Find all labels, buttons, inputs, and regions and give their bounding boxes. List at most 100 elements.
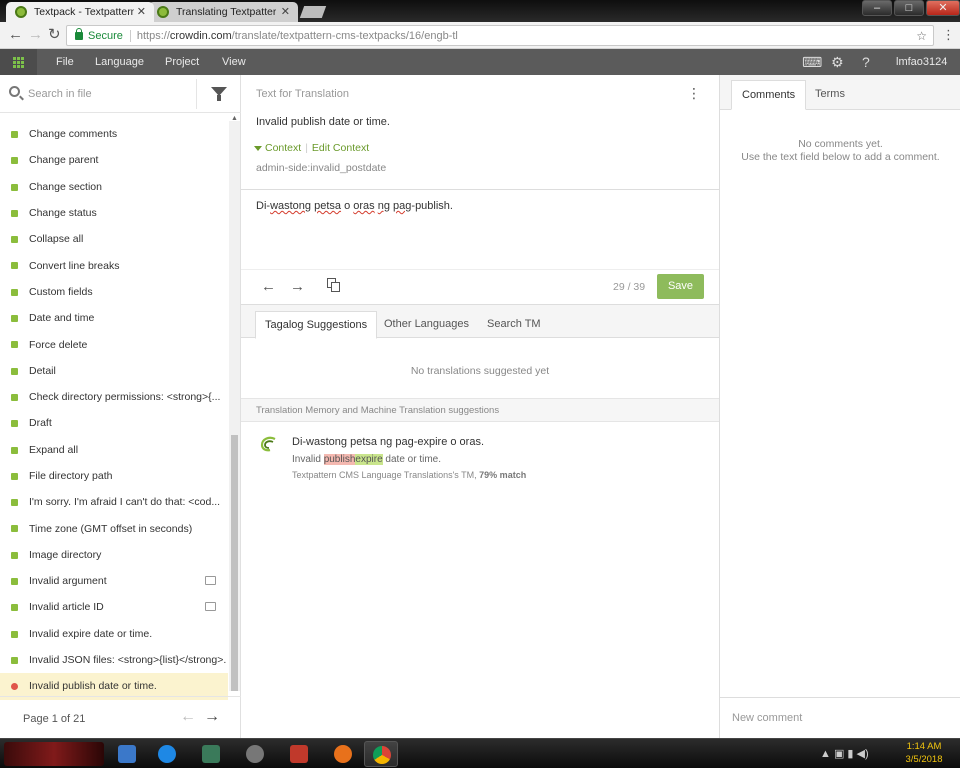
tab-other-languages[interactable]: Other Languages bbox=[375, 311, 478, 339]
translated-status-icon bbox=[11, 472, 18, 480]
scrollbar-thumb[interactable] bbox=[231, 435, 238, 691]
string-list-item[interactable]: Custom fields bbox=[0, 279, 228, 305]
tab-comments[interactable]: Comments bbox=[731, 80, 807, 110]
forward-arrow-icon[interactable]: → bbox=[28, 27, 43, 43]
string-list-item[interactable]: File directory path bbox=[0, 463, 228, 489]
tm-suggestion-text[interactable]: Di-wastong petsa ng pag-expire o oras. bbox=[292, 436, 484, 448]
string-list-item[interactable]: Expand all bbox=[0, 437, 228, 463]
url-host: crowdin.com bbox=[169, 29, 232, 42]
tab-terms[interactable]: Terms bbox=[805, 80, 855, 110]
scroll-up-icon[interactable]: ▲ bbox=[231, 115, 238, 122]
search-input[interactable]: Search in file bbox=[28, 88, 92, 100]
comment-icon[interactable] bbox=[205, 576, 216, 586]
string-list-item[interactable]: Convert line breaks bbox=[0, 252, 228, 278]
string-label: Date and time bbox=[29, 312, 95, 325]
filter-icon[interactable] bbox=[211, 87, 227, 101]
caret-down-icon bbox=[254, 145, 262, 151]
browser-menu-icon[interactable]: ⋮ bbox=[942, 27, 955, 43]
reload-icon[interactable]: ↻ bbox=[48, 27, 61, 43]
string-list-item[interactable]: Collapse all bbox=[0, 226, 228, 252]
translation-textarea[interactable]: Di-wastong petsa o oras ng pag-publish. bbox=[256, 200, 453, 212]
string-list-item[interactable]: Invalid expire date or time. bbox=[0, 621, 228, 647]
string-label: Convert line breaks bbox=[29, 259, 120, 272]
browser-tab-textpack[interactable]: Textpack - Textpattern C ✕ bbox=[6, 2, 154, 22]
previous-string-icon[interactable]: ← bbox=[261, 279, 276, 295]
crowdin-favicon-icon bbox=[15, 6, 27, 18]
os-taskbar: ▲ ▣ ▮ ◀) 1:14 AM 3/5/2018 bbox=[0, 738, 960, 768]
string-list-item[interactable]: Check directory permissions: <strong>{..… bbox=[0, 384, 228, 410]
menu-view[interactable]: View bbox=[222, 56, 246, 68]
system-tray-icons[interactable]: ▲ ▣ ▮ ◀) bbox=[820, 747, 869, 760]
start-button[interactable] bbox=[4, 742, 104, 766]
string-list-item[interactable]: Force delete bbox=[0, 331, 228, 357]
tm-meta: Textpattern CMS Language Translations's … bbox=[292, 470, 527, 480]
next-string-icon[interactable]: → bbox=[290, 279, 305, 295]
browser-tab-translating[interactable]: Translating Textpattern C ✕ bbox=[148, 2, 298, 22]
tab-tagalog-suggestions[interactable]: Tagalog Suggestions bbox=[255, 311, 378, 339]
menu-project[interactable]: Project bbox=[165, 56, 199, 68]
string-list-item[interactable]: Change section bbox=[0, 174, 228, 200]
source-header: Text for Translation bbox=[256, 88, 349, 100]
context-toggle[interactable]: Context bbox=[265, 142, 301, 154]
taskbar-media-icon[interactable] bbox=[150, 741, 184, 767]
string-list-item[interactable]: Time zone (GMT offset in seconds) bbox=[0, 515, 228, 541]
strings-scrollbar[interactable]: ▲ bbox=[229, 115, 240, 691]
gear-icon[interactable]: ⚙ bbox=[831, 54, 844, 70]
taskbar-chrome-icon[interactable] bbox=[364, 741, 398, 767]
crowdin-favicon-icon bbox=[157, 6, 169, 18]
bookmark-star-icon[interactable]: ☆ bbox=[916, 29, 927, 43]
string-label: Expand all bbox=[29, 443, 79, 456]
taskbar-explorer-icon[interactable] bbox=[110, 741, 144, 767]
comment-icon[interactable] bbox=[205, 602, 216, 612]
string-list-item[interactable]: I'm sorry. I'm afraid I can't do that: <… bbox=[0, 489, 228, 515]
string-list-item[interactable]: Change parent bbox=[0, 147, 228, 173]
username[interactable]: lmfao3124 bbox=[896, 56, 947, 68]
close-window-button[interactable]: ✕ bbox=[926, 0, 960, 16]
translated-status-icon bbox=[11, 525, 18, 533]
tab-search-tm[interactable]: Search TM bbox=[478, 311, 550, 339]
address-bar[interactable]: Secure https://crowdin.com/translate/tex… bbox=[66, 25, 934, 46]
apps-grid-icon[interactable] bbox=[0, 49, 37, 75]
string-list-item[interactable]: Invalid JSON files: <strong>{list}</stro… bbox=[0, 647, 228, 673]
taskbar-game-icon[interactable] bbox=[282, 741, 316, 767]
keyboard-icon[interactable]: ⌨ bbox=[802, 54, 822, 70]
taskbar-clock[interactable]: 1:14 AM 3/5/2018 bbox=[896, 740, 952, 766]
close-tab-icon[interactable]: ✕ bbox=[137, 5, 146, 18]
string-list-item[interactable]: Date and time bbox=[0, 305, 228, 331]
string-list-item[interactable]: Invalid article ID bbox=[0, 594, 228, 620]
url-text[interactable]: https://crowdin.com/translate/textpatter… bbox=[131, 30, 458, 42]
copy-source-icon[interactable] bbox=[327, 278, 341, 293]
save-button[interactable]: Save bbox=[657, 274, 704, 299]
back-arrow-icon[interactable]: ← bbox=[8, 27, 23, 43]
taskbar-firefox-icon[interactable] bbox=[326, 741, 360, 767]
menu-file[interactable]: File bbox=[56, 56, 74, 68]
more-options-icon[interactable]: ⋮ bbox=[687, 86, 701, 100]
next-page-icon[interactable]: → bbox=[204, 708, 220, 726]
string-label: Invalid JSON files: <strong>{list}</stro… bbox=[29, 654, 227, 667]
edit-context-link[interactable]: Edit Context bbox=[312, 142, 369, 154]
string-list-item[interactable]: Draft bbox=[0, 410, 228, 436]
no-comments-text: No comments yet. Use the text field belo… bbox=[741, 138, 940, 163]
translated-status-icon bbox=[11, 393, 18, 401]
string-list-item[interactable]: Invalid argument bbox=[0, 568, 228, 594]
lock-icon bbox=[75, 27, 83, 40]
maximize-window-button[interactable]: □ bbox=[894, 0, 924, 16]
previous-page-icon[interactable]: ← bbox=[180, 708, 196, 726]
string-list-item[interactable]: Image directory bbox=[0, 542, 228, 568]
untranslated-status-icon bbox=[11, 683, 18, 691]
string-list-item[interactable]: Change comments bbox=[0, 121, 228, 147]
translated-status-icon bbox=[11, 604, 18, 612]
string-list-item[interactable]: Change status bbox=[0, 200, 228, 226]
url-path: /translate/textpattern-cms-textpacks/16/… bbox=[231, 29, 458, 42]
help-icon[interactable]: ? bbox=[862, 54, 870, 70]
menu-language[interactable]: Language bbox=[95, 56, 144, 68]
minimize-window-button[interactable]: – bbox=[862, 0, 892, 16]
taskbar-app-icon[interactable] bbox=[238, 741, 272, 767]
close-tab-icon[interactable]: ✕ bbox=[281, 5, 290, 18]
new-comment-input[interactable] bbox=[732, 712, 942, 724]
string-list-item[interactable]: Detail bbox=[0, 358, 228, 384]
taskbar-monitor-icon[interactable] bbox=[194, 741, 228, 767]
source-text: Invalid publish date or time. bbox=[256, 116, 390, 128]
new-tab-button[interactable] bbox=[299, 6, 327, 18]
app-header: File Language Project View ⌨ ⚙ ? lmfao31… bbox=[0, 49, 960, 75]
